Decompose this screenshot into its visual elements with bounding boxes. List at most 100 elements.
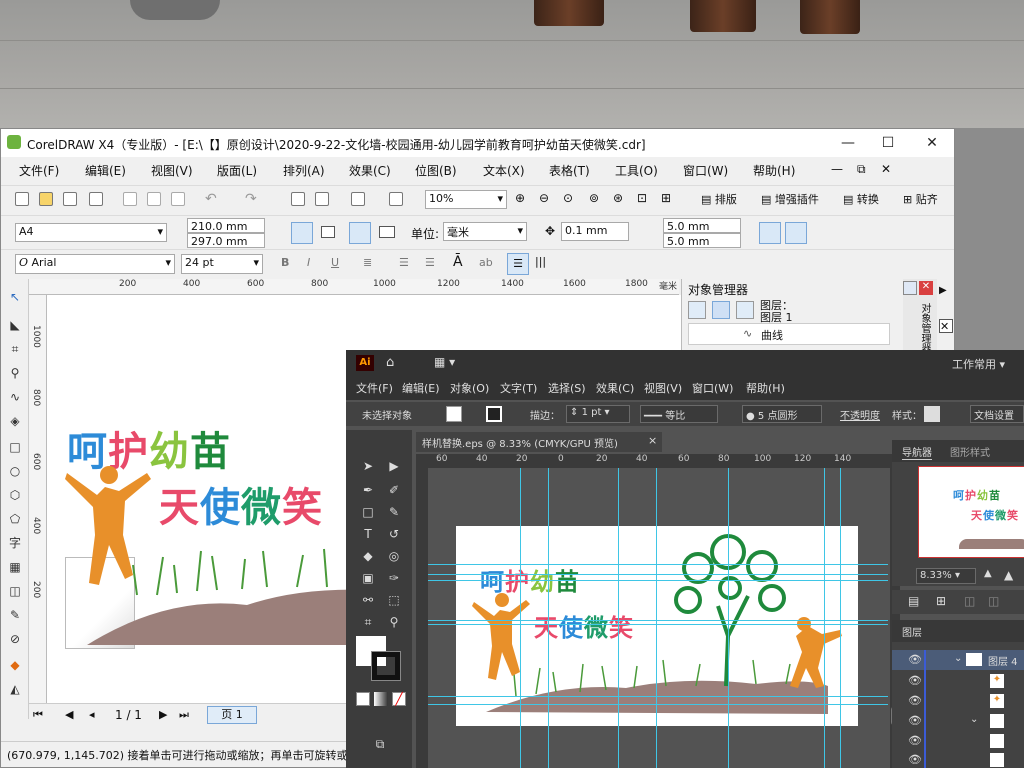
- layer-row[interactable]: 👁: [892, 752, 1024, 768]
- layer-row[interactable]: 👁 ✦: [892, 692, 1024, 710]
- italic-button[interactable]: I: [307, 256, 310, 269]
- menu-arrange[interactable]: 排列(A): [283, 162, 325, 179]
- current-page-button[interactable]: [379, 226, 395, 238]
- menu-file[interactable]: 文件(F): [19, 162, 59, 179]
- navigator-preview[interactable]: 呵护幼苗 天使微笑: [918, 466, 1024, 558]
- layers-tab[interactable]: 图层: [902, 624, 922, 639]
- home-icon[interactable]: ⌂: [386, 355, 394, 370]
- paintbrush-tool-icon[interactable]: ✎: [386, 504, 402, 520]
- nav-zoom-out-icon[interactable]: ▲: [984, 568, 992, 579]
- zoom-tool-icon[interactable]: ⚲: [386, 614, 402, 630]
- zoom-height-icon[interactable]: ⊞: [661, 191, 671, 205]
- show-properties-icon[interactable]: [688, 301, 706, 319]
- warp-tool-icon[interactable]: ◎: [386, 548, 402, 564]
- arrange-documents-icon[interactable]: ▦ ▾: [434, 355, 455, 369]
- docker-minimize-button[interactable]: [903, 281, 917, 295]
- menu-effects[interactable]: 效果(C): [349, 162, 391, 179]
- object-item-curve[interactable]: 曲线: [761, 327, 783, 343]
- outline-tool-icon[interactable]: ⊘: [7, 631, 23, 647]
- doc-restore-button[interactable]: ⧉: [857, 162, 866, 177]
- type-tool-icon[interactable]: T: [360, 526, 376, 542]
- horizontal-text-button[interactable]: ☰: [507, 253, 529, 275]
- layer-name[interactable]: 图层 4: [988, 653, 1018, 668]
- color-mode-button[interactable]: [356, 692, 370, 706]
- page-size-select[interactable]: A4 ▾: [15, 223, 167, 242]
- text-align-icon[interactable]: ≣: [363, 256, 372, 269]
- blend-tool-icon[interactable]: ◫: [7, 583, 23, 599]
- copy-icon[interactable]: [147, 192, 161, 206]
- visibility-eye-icon[interactable]: 👁: [908, 714, 922, 727]
- zoom-page-icon[interactable]: ⊛: [613, 191, 623, 205]
- ai-menu-view[interactable]: 视图(V): [644, 380, 682, 396]
- ai-menu-type[interactable]: 文字(T): [500, 380, 537, 396]
- freehand-tool-icon[interactable]: ∿: [7, 389, 23, 405]
- landscape-button[interactable]: [321, 226, 335, 238]
- menu-edit[interactable]: 编辑(E): [85, 162, 126, 179]
- workspace-switcher[interactable]: 工作常用 ▾: [952, 356, 1005, 372]
- unit-select[interactable]: 毫米 ▾: [443, 222, 527, 241]
- maximize-button[interactable]: ☐: [873, 133, 903, 153]
- snap-objects-button[interactable]: [759, 222, 781, 244]
- docker-close-button[interactable]: ✕: [919, 281, 933, 295]
- minimize-button[interactable]: —: [833, 133, 863, 153]
- zoom-all-icon[interactable]: ⊚: [589, 191, 599, 205]
- export-icon[interactable]: [315, 192, 329, 206]
- ai-canvas[interactable]: 呵护幼苗 天使微笑: [428, 468, 888, 768]
- ai-menu-effect[interactable]: 效果(C): [596, 380, 634, 396]
- convert-button[interactable]: ▤ 转换: [843, 191, 879, 207]
- document-tab[interactable]: 样机替换.eps @ 8.33% (CMYK/GPU 预览) ×: [416, 432, 662, 452]
- pen-tool-icon[interactable]: ✒: [360, 482, 376, 498]
- graphic-style-swatch[interactable]: [924, 406, 940, 422]
- all-pages-button[interactable]: [349, 222, 371, 244]
- layer-row[interactable]: 👁 ✦: [892, 672, 1024, 690]
- paste-icon[interactable]: [171, 192, 185, 206]
- menu-window[interactable]: 窗口(W): [683, 162, 728, 179]
- visibility-eye-icon[interactable]: 👁: [908, 653, 922, 666]
- first-page-icon[interactable]: ⏮: [33, 708, 43, 722]
- table-tool-icon[interactable]: ▦: [7, 559, 23, 575]
- edit-across-layers-icon[interactable]: [712, 301, 730, 319]
- blend-tool-icon[interactable]: ⚯: [360, 592, 376, 608]
- save-icon[interactable]: [63, 192, 77, 206]
- page-width-field[interactable]: 210.0 mm: [187, 218, 265, 233]
- portrait-button[interactable]: [291, 222, 313, 244]
- rotate-tool-icon[interactable]: ↺: [386, 526, 402, 542]
- expand-chevron-down-icon[interactable]: ⌄: [970, 714, 978, 725]
- fill-swatch[interactable]: [446, 406, 462, 422]
- gradient-tool-icon[interactable]: ▣: [360, 570, 376, 586]
- nav-zoom-in-icon[interactable]: ▲: [1004, 568, 1013, 582]
- none-mode-button[interactable]: ╱: [392, 692, 406, 706]
- welcome-screen-icon[interactable]: [389, 192, 403, 206]
- gradient-mode-button[interactable]: [374, 692, 388, 706]
- page-tab[interactable]: 页 1: [207, 706, 257, 724]
- document-close-icon[interactable]: ×: [648, 434, 657, 447]
- basic-shapes-icon[interactable]: ⬠: [7, 511, 23, 527]
- visibility-eye-icon[interactable]: 👁: [908, 753, 922, 766]
- ai-menu-file[interactable]: 文件(F): [356, 380, 393, 396]
- close-button[interactable]: ✕: [917, 133, 947, 153]
- ai-menu-edit[interactable]: 编辑(E): [402, 380, 440, 396]
- vertical-text-button[interactable]: |||: [535, 255, 546, 268]
- ai-menu-select[interactable]: 选择(S): [548, 380, 586, 396]
- ellipse-tool-icon[interactable]: ○: [7, 463, 23, 479]
- curvature-tool-icon[interactable]: ✐: [386, 482, 402, 498]
- stroke-swatch[interactable]: [486, 406, 502, 422]
- typeset-button[interactable]: ▤ 排版: [701, 191, 737, 207]
- ai-menu-window[interactable]: 窗口(W): [692, 380, 733, 396]
- next-page-icon[interactable]: ▶: [159, 708, 167, 721]
- graphic-styles-tab[interactable]: 图形样式: [950, 444, 990, 459]
- doc-minimize-button[interactable]: —: [831, 162, 843, 176]
- menu-table[interactable]: 表格(T): [549, 162, 590, 179]
- layer-row[interactable]: 👁: [892, 732, 1024, 750]
- screen-mode-icon[interactable]: ⧉: [372, 736, 388, 752]
- redo-icon[interactable]: ↷: [245, 191, 257, 207]
- fill-tool-icon[interactable]: ◆: [7, 657, 23, 673]
- navigator-tab[interactable]: 导航器: [902, 444, 932, 460]
- enhance-plugin-button[interactable]: ▤ 增强插件: [761, 191, 819, 207]
- font-size-select[interactable]: 24 pt ▾: [181, 254, 263, 274]
- brush-select[interactable]: ● 5 点圆形: [742, 405, 822, 423]
- duplicate-x-field[interactable]: 5.0 mm: [663, 218, 741, 233]
- layer-row-main[interactable]: 👁 ⌄ 图层 4: [892, 650, 1024, 670]
- cut-icon[interactable]: [123, 192, 137, 206]
- font-select[interactable]: O Arial ▾: [15, 254, 175, 274]
